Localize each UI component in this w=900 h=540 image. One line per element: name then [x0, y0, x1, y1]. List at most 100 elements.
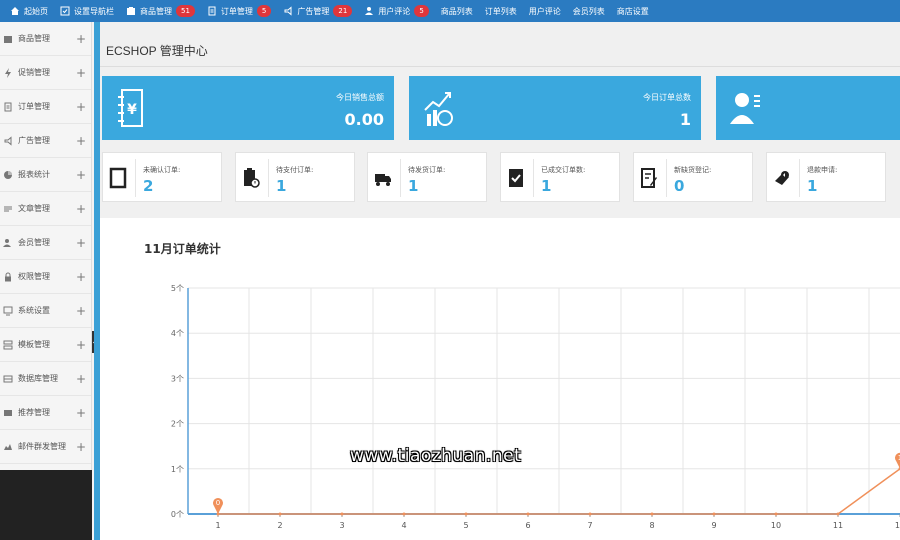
top-nav-comments[interactable]: 用户评论 5	[358, 0, 434, 22]
sidebar-item-label: 促销管理	[18, 68, 50, 77]
top-nav-label: 用户评论	[528, 6, 561, 16]
sidebar-item-templates[interactable]: 模板管理 +	[0, 328, 91, 362]
top-nav-nav-settings[interactable]: 设置导航栏	[54, 0, 120, 22]
order-stat-label: 退款申请:	[807, 166, 838, 174]
top-nav-ads[interactable]: 广告管理 21	[277, 0, 358, 22]
data-point	[340, 512, 344, 516]
y-tick-label: 4个	[171, 329, 184, 338]
sidebar-menu: 商品管理 + 促销管理 + 订单管理 + 广告管理 + 报表统计 + 文章管理 …	[0, 22, 91, 472]
expand-plus-icon[interactable]: +	[71, 168, 91, 182]
top-nav-label: 商店设置	[616, 6, 649, 16]
nav-settings-icon	[60, 6, 70, 16]
order-stat-label: 未确认订单:	[143, 166, 181, 174]
sidebar-item-promotion[interactable]: 促销管理 +	[0, 56, 91, 90]
expand-plus-icon[interactable]: +	[71, 134, 91, 148]
sidebar-item-articles[interactable]: 文章管理 +	[0, 192, 91, 226]
y-tick-label: 2个	[171, 420, 184, 429]
top-nav-label: 商品列表	[440, 6, 473, 16]
pin-label: 0	[216, 499, 220, 507]
expand-plus-icon[interactable]: +	[71, 100, 91, 114]
sidebar-item-label: 系统设置	[18, 306, 50, 315]
money-notebook-icon: ¥	[118, 89, 143, 127]
sidebar-item-orders[interactable]: 订单管理 +	[0, 90, 91, 124]
expand-plus-icon[interactable]: +	[71, 66, 91, 80]
expand-plus-icon[interactable]: +	[71, 32, 91, 46]
expand-plus-icon[interactable]: +	[71, 236, 91, 250]
order-stat-label: 新缺货登记:	[674, 166, 712, 174]
expand-plus-icon[interactable]: +	[71, 338, 91, 352]
top-nav-shop-settings[interactable]: 商店设置	[611, 0, 655, 22]
order-stat-out-of-stock[interactable]: 新缺货登记: 0	[633, 152, 753, 202]
top-nav-home[interactable]: 起始页	[4, 0, 54, 22]
stat-card-value: 1	[679, 110, 691, 129]
expand-plus-icon[interactable]: +	[71, 304, 91, 318]
top-nav-label: 起始页	[24, 6, 48, 16]
data-point	[650, 512, 654, 516]
recommend-icon	[2, 407, 14, 419]
order-stat-refund[interactable]: 退款申请: 1	[766, 152, 886, 202]
card-divider	[135, 159, 136, 197]
sidebar-item-database[interactable]: 数据库管理 +	[0, 362, 91, 396]
sidebar-item-mail[interactable]: 邮件群发管理 +	[0, 430, 91, 464]
top-nav-user-comments[interactable]: 用户评论	[523, 0, 567, 22]
sidebar-item-members[interactable]: 会员管理 +	[0, 226, 91, 260]
stat-card-today-orders[interactable]: 今日订单总数 1	[409, 76, 701, 140]
data-point	[774, 512, 778, 516]
page-title: ECSHOP 管理中心	[106, 44, 208, 58]
truck-icon	[375, 174, 391, 186]
sidebar-item-system[interactable]: 系统设置 +	[0, 294, 91, 328]
megaphone-icon	[2, 135, 14, 147]
sidebar-item-reports[interactable]: 报表统计 +	[0, 158, 91, 192]
sidebar-item-label: 邮件群发管理	[18, 442, 66, 451]
stat-card-today-sales[interactable]: ¥ 今日销售总额 0.00	[102, 76, 394, 140]
mail-icon	[2, 441, 14, 453]
order-stat-completed[interactable]: 已成交订单数: 1	[500, 152, 620, 202]
top-navigation-bar: 起始页 设置导航栏 商品管理 51 订单管理 5 广告管理 21 用户评论 5 …	[0, 0, 900, 22]
sidebar-item-label: 订单管理	[18, 102, 50, 111]
sidebar-item-recommend[interactable]: 推荐管理 +	[0, 396, 91, 430]
stat-card-label: 今日销售总额	[336, 93, 384, 102]
card-divider	[268, 159, 269, 197]
svg-text:¥: ¥	[127, 102, 137, 118]
order-stat-unpaid[interactable]: 待支付订单: 1	[235, 152, 355, 202]
order-stat-unconfirmed[interactable]: 未确认订单: 2	[102, 152, 222, 202]
sidebar-item-label: 模板管理	[18, 340, 50, 349]
goods-count-badge: 51	[176, 5, 195, 17]
title-divider	[100, 66, 900, 67]
top-nav-orders[interactable]: 订单管理 5	[201, 0, 277, 22]
expand-plus-icon[interactable]: +	[71, 406, 91, 420]
top-nav-member-list[interactable]: 会员列表	[567, 0, 611, 22]
ads-count-badge: 21	[333, 5, 353, 17]
sidebar-item-permissions[interactable]: 权限管理 +	[0, 260, 91, 294]
top-nav-label: 订单管理	[220, 6, 253, 16]
expand-plus-icon[interactable]: +	[71, 440, 91, 454]
top-nav-goods[interactable]: 商品管理 51	[120, 0, 201, 22]
sidebar-item-label: 权限管理	[18, 272, 50, 281]
user-profile-icon	[730, 93, 760, 124]
data-point	[526, 512, 530, 516]
sidebar-item-ads[interactable]: 广告管理 +	[0, 124, 91, 158]
stat-card-users[interactable]	[716, 76, 900, 140]
expand-plus-icon[interactable]: +	[71, 372, 91, 386]
expand-plus-icon[interactable]: +	[71, 202, 91, 216]
comment-icon	[364, 6, 374, 16]
top-nav-goods-list[interactable]: 商品列表	[435, 0, 479, 22]
order-stat-unshipped[interactable]: 待发货订单: 1	[367, 152, 487, 202]
watermark-text: www.tiaozhuan.net	[350, 446, 522, 466]
order-stat-label: 已成交订单数:	[541, 166, 586, 174]
sidebar-item-goods[interactable]: 商品管理 +	[0, 22, 91, 56]
y-tick-label: 5个	[171, 284, 184, 293]
y-tick-label: 1个	[171, 465, 184, 474]
stat-card-label: 今日订单总数	[643, 93, 691, 102]
sidebar-item-label: 广告管理	[18, 136, 50, 145]
data-point	[464, 512, 468, 516]
goods-icon	[126, 6, 136, 16]
expand-plus-icon[interactable]: +	[71, 270, 91, 284]
sidebar-item-label: 数据库管理	[18, 374, 58, 383]
data-point	[278, 512, 282, 516]
x-tick-label: 5	[463, 521, 468, 530]
sidebar-footer	[0, 470, 92, 540]
x-tick-label: 8	[649, 521, 654, 530]
edit-document-icon	[641, 168, 657, 188]
top-nav-order-list[interactable]: 订单列表	[479, 0, 523, 22]
